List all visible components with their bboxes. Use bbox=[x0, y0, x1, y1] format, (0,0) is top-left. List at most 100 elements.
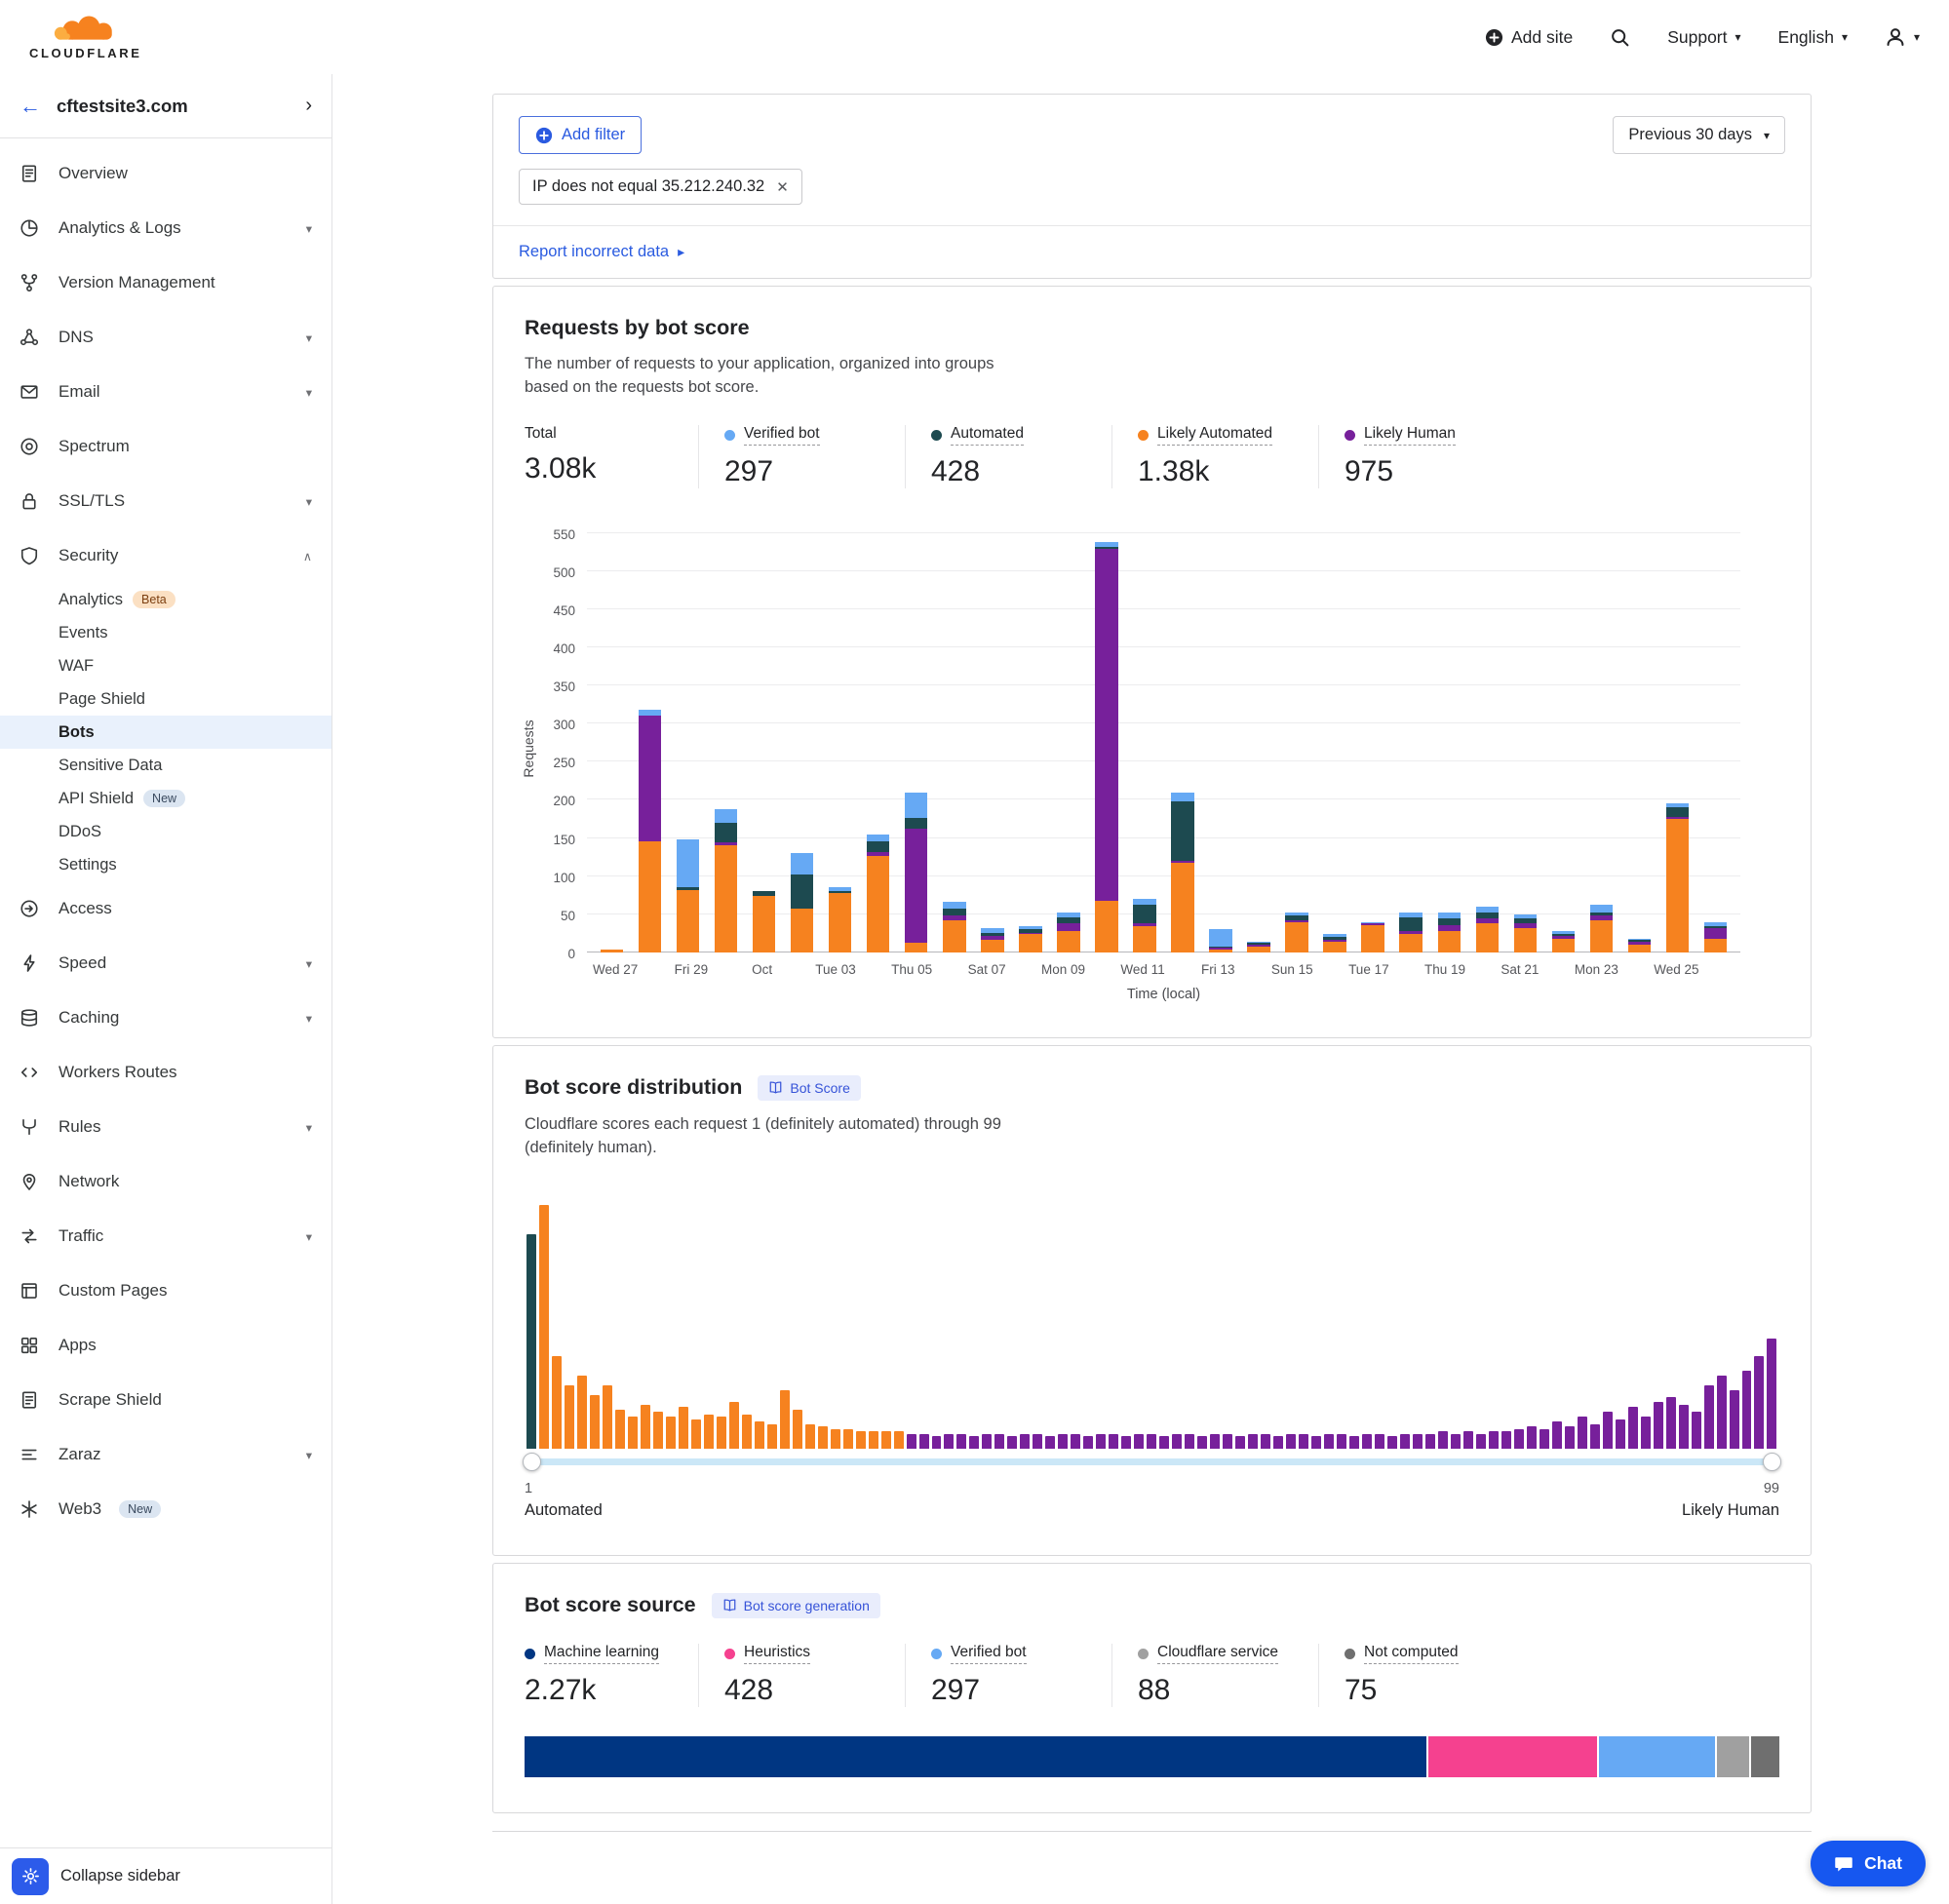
sidebar-item-access[interactable]: Access bbox=[0, 881, 331, 936]
bar-stack bbox=[639, 710, 661, 952]
collapse-sidebar-button[interactable]: Collapse sidebar bbox=[60, 1867, 180, 1885]
stat-label-text[interactable]: Machine learning bbox=[544, 1644, 659, 1664]
sidebar-item-speed[interactable]: Speed▾ bbox=[0, 936, 331, 991]
close-icon[interactable]: ✕ bbox=[776, 178, 789, 196]
sidebar-item-version-management[interactable]: Version Management bbox=[0, 255, 331, 310]
stat-label: Verified bot bbox=[724, 425, 872, 446]
distribution-bar bbox=[843, 1429, 853, 1449]
sidebar-item-security[interactable]: Security∧ bbox=[0, 528, 331, 583]
sidebar-item-analytics-logs[interactable]: Analytics & Logs▾ bbox=[0, 201, 331, 255]
slider-handle-max[interactable] bbox=[1763, 1453, 1781, 1471]
chevron-down-icon: ▾ bbox=[306, 330, 312, 345]
language-menu[interactable]: English ▾ bbox=[1778, 27, 1848, 48]
stat-label-text[interactable]: Likely Human bbox=[1364, 425, 1456, 446]
slider-handle-min[interactable] bbox=[523, 1453, 541, 1471]
sidebar-item-dns[interactable]: DNS▾ bbox=[0, 310, 331, 365]
sidebar-item-spectrum[interactable]: Spectrum bbox=[0, 419, 331, 474]
sidebar-item-ssl-tls[interactable]: SSL/TLS▾ bbox=[0, 474, 331, 528]
sidebar-item-workers-routes[interactable]: Workers Routes bbox=[0, 1045, 331, 1100]
requests-chart[interactable]: Requests 0501001502002503003504004505005… bbox=[525, 533, 1779, 1002]
source-stacked-bar[interactable] bbox=[525, 1736, 1779, 1777]
date-range-button[interactable]: Previous 30 days ▾ bbox=[1613, 116, 1785, 154]
bar-column bbox=[745, 891, 783, 952]
distribution-bar bbox=[1083, 1436, 1093, 1449]
stat-label-text[interactable]: Verified bot bbox=[744, 425, 820, 446]
bar-stack bbox=[1095, 542, 1117, 952]
stat-label-text[interactable]: Verified bot bbox=[951, 1644, 1027, 1664]
distribution-bars[interactable] bbox=[525, 1195, 1779, 1449]
x-tick-label bbox=[780, 962, 815, 977]
support-menu[interactable]: Support ▾ bbox=[1667, 27, 1740, 48]
filter-chip[interactable]: IP does not equal 35.212.240.32 ✕ bbox=[519, 169, 802, 205]
sidebar-item-security-settings[interactable]: Settings bbox=[0, 848, 331, 881]
bot-score-badge[interactable]: Bot Score bbox=[758, 1075, 860, 1101]
sidebar-item-security-events[interactable]: Events bbox=[0, 616, 331, 649]
likely-automated-segment bbox=[905, 943, 927, 952]
bar-stack bbox=[1247, 942, 1269, 952]
automated-segment bbox=[905, 818, 927, 829]
sidebar-item-custom-pages[interactable]: Custom Pages bbox=[0, 1263, 331, 1318]
stat-label-text[interactable]: Not computed bbox=[1364, 1644, 1459, 1664]
sidebar-item-security-page-shield[interactable]: Page Shield bbox=[0, 682, 331, 716]
bar-column bbox=[1430, 913, 1468, 952]
back-arrow-icon[interactable]: ← bbox=[19, 94, 41, 119]
bar-stack bbox=[715, 809, 737, 952]
add-filter-button[interactable]: Add filter bbox=[519, 116, 642, 154]
stat-label-text[interactable]: Likely Automated bbox=[1157, 425, 1272, 446]
chat-button[interactable]: Chat bbox=[1811, 1841, 1926, 1886]
chevron-down-icon: ▾ bbox=[306, 1229, 312, 1244]
sidebar-item-security-waf[interactable]: WAF bbox=[0, 649, 331, 682]
sidebar-item-web3[interactable]: Web3New bbox=[0, 1482, 331, 1536]
verified-bot-segment bbox=[1171, 793, 1193, 801]
sidebar-item-network[interactable]: Network bbox=[0, 1154, 331, 1209]
sidebar-item-email[interactable]: Email▾ bbox=[0, 365, 331, 419]
sidebar-item-label: Network bbox=[58, 1172, 119, 1191]
sidebar-item-rules[interactable]: Rules▾ bbox=[0, 1100, 331, 1154]
y-tick-label: 500 bbox=[532, 565, 575, 580]
sidebar-item-overview[interactable]: Overview bbox=[0, 146, 331, 201]
bar-stack bbox=[1057, 913, 1079, 952]
bar-stack bbox=[1628, 939, 1651, 952]
distribution-bar bbox=[1565, 1426, 1575, 1449]
distribution-bar bbox=[1451, 1434, 1461, 1449]
sidebar-item-zaraz[interactable]: Zaraz▾ bbox=[0, 1427, 331, 1482]
likely-automated-segment bbox=[715, 845, 737, 952]
sidebar-item-apps[interactable]: Apps bbox=[0, 1318, 331, 1373]
sidebar-item-security-ddos[interactable]: DDoS bbox=[0, 815, 331, 848]
sidebar-item-label: Apps bbox=[58, 1336, 97, 1355]
sidebar-item-security-sensitive-data[interactable]: Sensitive Data bbox=[0, 749, 331, 782]
stat-label-text[interactable]: Cloudflare service bbox=[1157, 1644, 1278, 1664]
heuristics-segment bbox=[1426, 1736, 1596, 1777]
account-menu[interactable]: ▾ bbox=[1885, 26, 1920, 48]
sidebar-item-caching[interactable]: Caching▾ bbox=[0, 991, 331, 1045]
sidebar-item-security-bots[interactable]: Bots bbox=[0, 716, 331, 749]
settings-gear-button[interactable] bbox=[12, 1858, 49, 1895]
legend-dot bbox=[525, 1649, 535, 1659]
likely-automated-segment bbox=[1019, 934, 1041, 952]
chevron-right-icon[interactable]: › bbox=[305, 95, 312, 117]
sidebar-item-scrape-shield[interactable]: Scrape Shield bbox=[0, 1373, 331, 1427]
distribution-bar bbox=[869, 1431, 878, 1449]
search-icon[interactable] bbox=[1610, 27, 1630, 48]
sidebar-item-traffic[interactable]: Traffic▾ bbox=[0, 1209, 331, 1263]
likely-human-segment bbox=[1704, 928, 1727, 939]
x-tick-label: Fri 13 bbox=[1200, 962, 1235, 977]
sidebar-item-security-api-shield[interactable]: API ShieldNew bbox=[0, 782, 331, 815]
verified-bot-segment bbox=[791, 853, 813, 874]
stat-label-text[interactable]: Heuristics bbox=[744, 1644, 810, 1664]
stat-label: Automated bbox=[931, 425, 1078, 446]
site-selector: ← cftestsite3.com › bbox=[0, 74, 331, 138]
x-tick-label: Wed 27 bbox=[593, 962, 638, 977]
beta-badge: Beta bbox=[133, 591, 175, 608]
add-site-button[interactable]: Add site bbox=[1485, 27, 1573, 48]
chart-bars[interactable] bbox=[587, 533, 1740, 952]
stat-label-text[interactable]: Automated bbox=[951, 425, 1024, 446]
not-computed-segment bbox=[1749, 1736, 1779, 1777]
slider-track[interactable] bbox=[528, 1458, 1775, 1465]
report-incorrect-data-link[interactable]: Report incorrect data ▸ bbox=[493, 226, 1811, 278]
sidebar-item-security-analytics[interactable]: AnalyticsBeta bbox=[0, 583, 331, 616]
bot-score-generation-badge[interactable]: Bot score generation bbox=[712, 1593, 880, 1618]
automated-caption: Automated bbox=[525, 1501, 603, 1520]
sidebar-item-label: Caching bbox=[58, 1008, 119, 1028]
slider-min-label: 1 bbox=[525, 1481, 532, 1496]
